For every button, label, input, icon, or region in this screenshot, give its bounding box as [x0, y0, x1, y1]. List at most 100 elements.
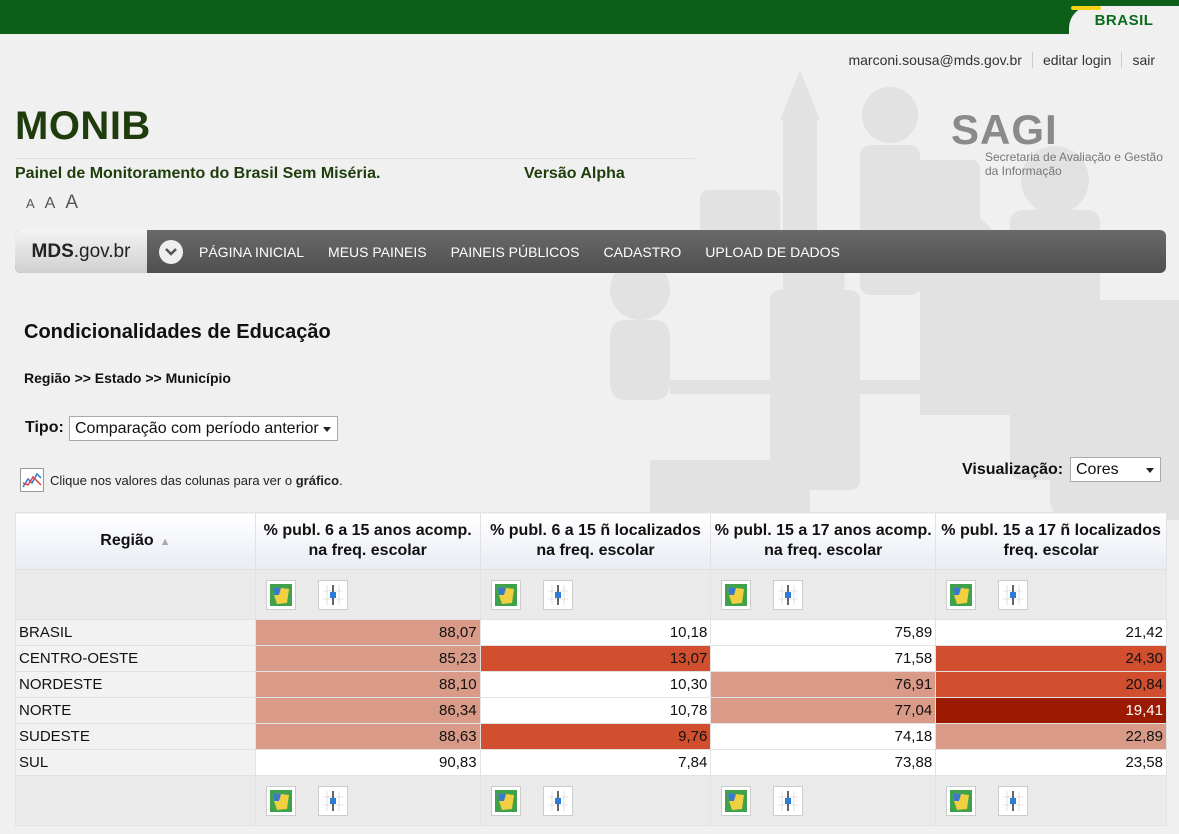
value-cell[interactable]: 21,42: [935, 619, 1167, 646]
value-cell[interactable]: 88,07: [254, 619, 481, 646]
icon-row-spacer: [15, 569, 256, 620]
hint-text: Clique nos valores das colunas para ver …: [50, 472, 293, 488]
nav-item-home[interactable]: PÁGINA INICIAL: [199, 244, 304, 260]
nav-item-upload[interactable]: UPLOAD DE DADOS: [705, 244, 840, 260]
value-cell[interactable]: 71,58: [710, 645, 937, 672]
value-cell[interactable]: 10,30: [479, 671, 712, 698]
chevron-down-icon[interactable]: [159, 239, 183, 264]
value-cell[interactable]: 76,91: [710, 671, 937, 698]
value-cell[interactable]: 75,89: [710, 619, 937, 646]
map-icon[interactable]: [265, 579, 296, 610]
value-cell[interactable]: 90,83: [254, 749, 481, 776]
column-header: % publ. 15 a 17 ñ localizados freq. esco…: [935, 512, 1167, 570]
map-icon[interactable]: [946, 579, 977, 610]
nav-item-my-panels[interactable]: MEUS PAINEIS: [328, 244, 427, 260]
region-cell[interactable]: BRASIL: [15, 619, 256, 646]
region-cell[interactable]: NORDESTE: [15, 671, 256, 698]
table-row: BRASIL 88,07 10,18 75,89 21,42: [15, 619, 1167, 646]
font-size-large[interactable]: A: [65, 192, 78, 214]
boxplot-icon[interactable]: [542, 785, 573, 816]
icon-row-cell: [710, 569, 937, 620]
table-row: NORDESTE 88,10 10,30 76,91 20,84: [15, 671, 1167, 698]
chart-icon: [20, 468, 44, 492]
sagi-subtitle: Secretaria de Avaliação e Gestão da Info…: [985, 150, 1163, 178]
logout-link[interactable]: sair: [1121, 52, 1165, 68]
icon-row: [15, 569, 1167, 620]
map-icon[interactable]: [946, 785, 977, 816]
column-header: % publ. 15 a 17 anos acomp. na freq. esc…: [710, 512, 937, 570]
region-cell[interactable]: CENTRO-OESTE: [15, 645, 256, 672]
visualizacao-select[interactable]: Cores: [1070, 457, 1161, 482]
boxplot-icon[interactable]: [998, 785, 1029, 816]
value-cell[interactable]: 23,58: [935, 749, 1167, 776]
background-illustration: [610, 70, 1179, 520]
icon-row-cell: [254, 775, 481, 826]
sort-arrow-icon: ▲: [159, 535, 171, 548]
boxplot-icon[interactable]: [998, 579, 1029, 610]
table-header-row: Região ▲ % publ. 6 a 15 anos acomp. na fr…: [15, 512, 1167, 570]
boxplot-icon[interactable]: [773, 579, 804, 610]
edit-login-link[interactable]: editar login: [1031, 52, 1122, 68]
value-cell[interactable]: 9,76: [479, 723, 712, 750]
region-cell[interactable]: SUDESTE: [15, 723, 256, 750]
value-cell[interactable]: 13,07: [479, 645, 712, 672]
boxplot-icon[interactable]: [773, 785, 804, 816]
value-cell[interactable]: 10,78: [479, 697, 712, 724]
icon-row: [15, 775, 1167, 826]
icon-row-spacer: [15, 775, 256, 826]
value-cell[interactable]: 7,84: [479, 749, 712, 776]
boxplot-icon[interactable]: [317, 785, 348, 816]
value-cell[interactable]: 20,84: [935, 671, 1167, 698]
value-cell[interactable]: 19,41: [935, 697, 1167, 724]
mds-logo-rest: .gov.br: [73, 240, 131, 262]
table-row: CENTRO-OESTE 85,23 13,07 71,58 24,30: [15, 645, 1167, 672]
column-header: % publ. 6 a 15 anos acomp. na freq. esco…: [254, 512, 481, 570]
boxplot-icon[interactable]: [317, 579, 348, 610]
value-cell[interactable]: 10,18: [479, 619, 712, 646]
icon-row-cell: [254, 569, 481, 620]
main-navbar: MDS .gov.br PÁGINA INICIAL MEUS PAINEIS P…: [15, 230, 1166, 273]
map-icon[interactable]: [721, 785, 752, 816]
data-table: Região ▲ % publ. 6 a 15 anos acomp. na fr…: [15, 512, 1167, 826]
nav-item-cadastro[interactable]: CADASTRO: [604, 244, 682, 260]
value-cell[interactable]: 88,63: [254, 723, 481, 750]
value-cell[interactable]: 24,30: [935, 645, 1167, 672]
hint-bold: gráfico: [295, 472, 340, 488]
column-header-regiao[interactable]: Região ▲: [15, 512, 256, 570]
tipo-selected-value: Comparação com período anterior: [75, 419, 319, 437]
user-links: marconi.sousa@mds.gov.br editar login sa…: [838, 52, 1165, 68]
value-cell[interactable]: 22,89: [935, 723, 1167, 750]
brasil-gov-logo[interactable]: BRASIL: [1069, 6, 1179, 34]
nav-item-public-panels[interactable]: PAINEIS PÚBLICOS: [451, 244, 580, 260]
boxplot-icon[interactable]: [542, 579, 573, 610]
value-cell[interactable]: 77,04: [710, 697, 937, 724]
tipo-select[interactable]: Comparação com período anterior: [69, 416, 338, 441]
table-row: SUL 90,83 7,84 73,88 23,58: [15, 749, 1167, 776]
column-header-label: Região: [100, 531, 154, 549]
value-cell[interactable]: 73,88: [710, 749, 937, 776]
table-row: NORTE 86,34 10,78 77,04 19,41: [15, 697, 1167, 724]
value-cell[interactable]: 74,18: [710, 723, 937, 750]
icon-row-cell: [479, 775, 712, 826]
map-icon[interactable]: [490, 785, 521, 816]
table-row: SUDESTE 88,63 9,76 74,18 22,89: [15, 723, 1167, 750]
user-email-link[interactable]: marconi.sousa@mds.gov.br: [838, 52, 1031, 68]
value-cell[interactable]: 88,10: [254, 671, 481, 698]
font-size-medium[interactable]: A: [45, 195, 56, 213]
icon-row-cell: [935, 775, 1167, 826]
map-icon[interactable]: [490, 579, 521, 610]
visualizacao-label: Visualização:: [962, 461, 1064, 478]
region-cell[interactable]: NORTE: [15, 697, 256, 724]
dropdown-arrow-icon: [1146, 467, 1154, 473]
value-cell[interactable]: 86,34: [254, 697, 481, 724]
font-size-small[interactable]: A: [26, 196, 35, 211]
value-cell[interactable]: 85,23: [254, 645, 481, 672]
mds-logo[interactable]: MDS .gov.br: [15, 230, 147, 273]
region-cell[interactable]: SUL: [15, 749, 256, 776]
viz-selected-value: Cores: [1076, 460, 1119, 478]
breadcrumb[interactable]: Região >> Estado >> Município: [24, 370, 231, 386]
map-icon[interactable]: [721, 579, 752, 610]
app-title: MONIB: [15, 104, 151, 148]
map-icon[interactable]: [265, 785, 296, 816]
column-header: % publ. 6 a 15 ñ localizados na freq. es…: [479, 512, 712, 570]
